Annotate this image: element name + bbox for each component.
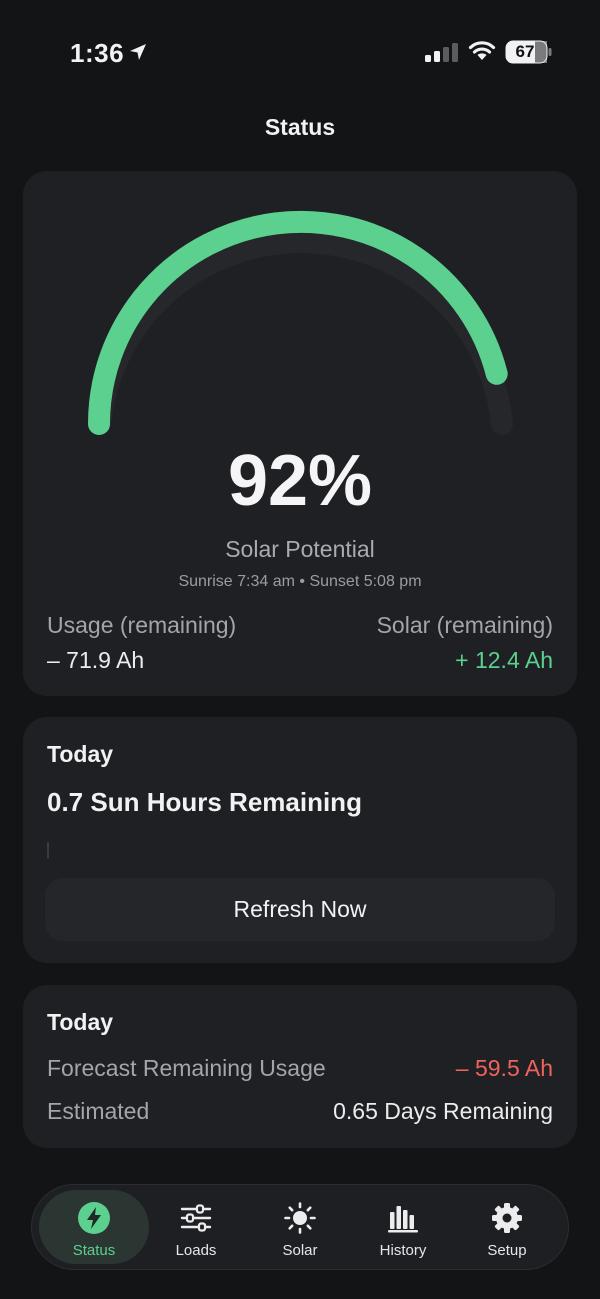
tab-loads[interactable]: Loads <box>141 1190 251 1264</box>
forecast-usage-value: – 59.5 Ah <box>455 1055 553 1081</box>
solar-potential-value: 92% <box>227 441 373 521</box>
solar-potential-label: Solar Potential <box>225 536 375 562</box>
bar-chart-icon <box>388 1206 418 1233</box>
sliders-icon <box>180 1204 212 1232</box>
usage-remaining-label: Usage (remaining) <box>47 612 237 638</box>
forecast-usage-label: Forecast Remaining Usage <box>47 1055 326 1081</box>
gear-icon <box>492 1203 522 1233</box>
estimated-value: 0.65 Days Remaining <box>333 1098 553 1124</box>
tab-solar[interactable]: Solar <box>245 1190 355 1264</box>
tab-loads-label: Loads <box>175 1242 217 1259</box>
solar-potential-gauge <box>88 210 513 435</box>
tab-setup[interactable]: Setup <box>452 1190 562 1264</box>
sun-hours-progress <box>47 842 553 858</box>
tab-status-label: Status <box>72 1242 116 1259</box>
sun-hours-progress-fill <box>47 842 49 858</box>
tab-solar-label: Solar <box>282 1242 318 1259</box>
usage-remaining-value: – 71.9 Ah <box>47 647 145 673</box>
sun-icon <box>284 1202 316 1234</box>
tab-status[interactable]: Status <box>39 1190 149 1264</box>
solar-remaining-value: + 12.4 Ah <box>455 647 553 673</box>
forecast-heading: Today <box>47 1009 114 1035</box>
sun-hours-remaining: 0.7 Sun Hours Remaining <box>47 787 362 817</box>
sunrise-sunset-text: Sunrise 7:34 am • Sunset 5:08 pm <box>178 573 422 590</box>
refresh-now-button[interactable]: Refresh Now <box>45 878 555 941</box>
tab-history-label: History <box>379 1242 427 1259</box>
bolt-icon <box>78 1202 110 1234</box>
solar-remaining-label: Solar (remaining) <box>376 612 553 638</box>
tab-bar: Status Loads Solar History Setup <box>31 1184 569 1270</box>
tab-history[interactable]: History <box>348 1190 458 1264</box>
sun-hours-heading: Today <box>47 741 114 767</box>
estimated-label: Estimated <box>47 1098 150 1124</box>
tab-setup-label: Setup <box>487 1242 527 1259</box>
